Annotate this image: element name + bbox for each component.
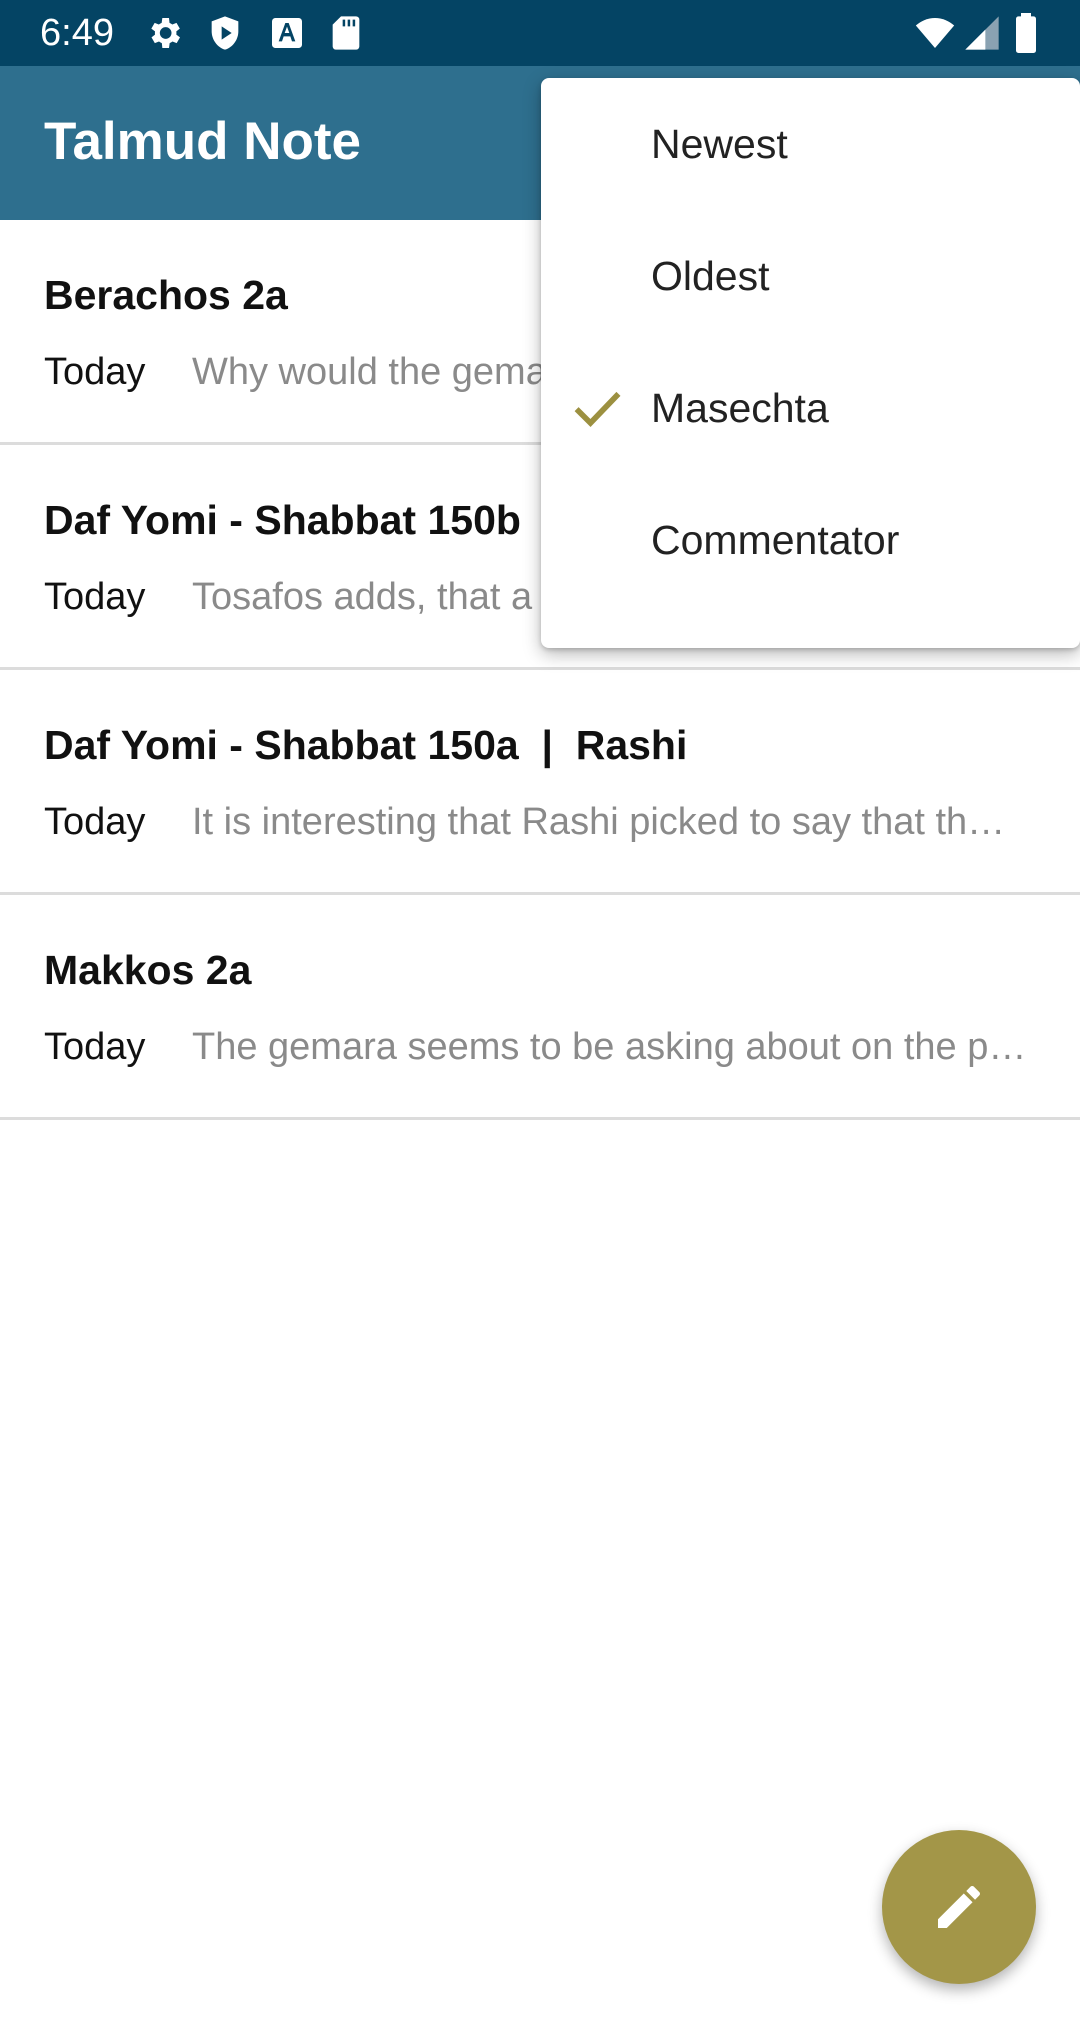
app-title: Talmud Note	[44, 112, 362, 171]
menu-item-newest[interactable]: Newest	[541, 78, 1080, 210]
note-preview: The gemara seems to be asking about on t…	[192, 1026, 1027, 1068]
menu-item-oldest[interactable]: Oldest	[541, 210, 1080, 342]
font-a-icon	[267, 13, 307, 53]
checkmark-icon	[571, 384, 623, 436]
gear-icon	[144, 13, 184, 53]
new-note-button[interactable]	[882, 1830, 1036, 1984]
menu-item-commentator[interactable]: Commentator	[541, 474, 1080, 606]
note-item[interactable]: Makkos 2a Today The gemara seems to be a…	[0, 895, 1080, 1120]
note-preview: It is interesting that Rashi picked to s…	[192, 801, 1006, 843]
note-date: Today	[44, 1026, 146, 1068]
menu-item-label: Masechta	[651, 385, 829, 431]
note-title: Daf Yomi - Shabbat 150a | Rashi	[44, 722, 688, 768]
note-date: Today	[44, 576, 146, 618]
sort-menu: Newest Oldest Masechta Commentator	[541, 78, 1080, 648]
cell-signal-icon	[962, 13, 1002, 53]
status-bar: 6:49	[0, 0, 1080, 66]
note-item[interactable]: Daf Yomi - Shabbat 150a | Rashi Today It…	[0, 670, 1080, 895]
note-title: Makkos 2a	[44, 947, 252, 993]
menu-item-label: Newest	[651, 121, 788, 167]
note-date: Today	[44, 801, 146, 843]
pencil-icon	[938, 1885, 981, 1928]
wifi-icon	[912, 13, 958, 53]
status-time: 6:49	[40, 12, 114, 54]
sd-card-icon	[326, 13, 366, 53]
note-title: Daf Yomi - Shabbat 150b	[44, 497, 521, 543]
shield-play-icon	[205, 13, 245, 53]
menu-item-label: Commentator	[651, 517, 900, 563]
note-title: Berachos 2a	[44, 272, 288, 318]
battery-icon	[1014, 13, 1044, 53]
menu-item-masechta[interactable]: Masechta	[541, 342, 1080, 474]
menu-item-label: Oldest	[651, 253, 770, 299]
note-date: Today	[44, 351, 146, 393]
